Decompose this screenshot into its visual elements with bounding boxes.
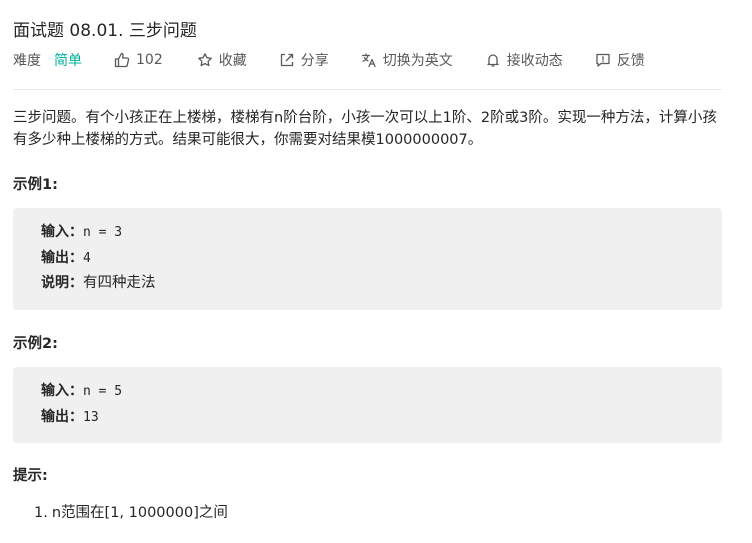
difficulty-badge: 简单 [54, 53, 82, 69]
example-2-title: 示例2: [13, 336, 58, 352]
output-value: 13 [83, 409, 99, 425]
example-1-input: 输入：n = 3 [41, 220, 722, 246]
favorite-label: 收藏 [218, 53, 247, 69]
like-count: 102 [136, 52, 163, 68]
translate-icon [361, 53, 376, 68]
input-key: 输入： [41, 383, 83, 399]
notify-label: 接收动态 [506, 53, 563, 69]
difficulty-label: 难度 [13, 53, 41, 69]
like-button[interactable]: 102 [114, 52, 163, 68]
output-key: 输出： [41, 408, 83, 425]
feedback-label: 反馈 [616, 53, 645, 69]
example-2-input: 输入：n = 5 [41, 379, 722, 405]
list-item: 1. n范围在[1, 1000000]之间 [34, 503, 228, 523]
problem-toolbar: 难度 简单 102 收藏 分享 切换为英文 接收动态 反馈 [13, 50, 645, 70]
example-1-box: 输入：n = 3 输出：4 说明：有四种走法 [13, 208, 722, 310]
bell-icon [487, 54, 499, 67]
input-key: 输入： [41, 224, 83, 240]
explain-key: 说明： [41, 275, 83, 291]
hints-list: 1. n范围在[1, 1000000]之间 [34, 503, 228, 523]
header-divider [13, 89, 722, 90]
share-label: 分享 [300, 53, 329, 69]
example-1-output: 输出：4 [41, 246, 722, 272]
share-icon [280, 53, 293, 67]
feedback-button[interactable]: 反馈 [595, 50, 645, 70]
switch-language-label: 切换为英文 [382, 53, 453, 69]
share-button[interactable]: 分享 [279, 50, 329, 70]
feedback-icon [596, 53, 610, 67]
example-2-box: 输入：n = 5 输出：13 [13, 367, 722, 443]
input-value: n = 3 [83, 225, 123, 240]
hint-text: n范围在[1, 1000000]之间 [51, 505, 228, 521]
hint-number: 1. [34, 505, 48, 521]
input-value: n = 5 [83, 384, 123, 399]
example-2-output: 输出：13 [41, 405, 722, 431]
star-icon [197, 53, 212, 67]
problem-title: 面试题 08.01. 三步问题 [13, 21, 197, 41]
explain-value: 有四种走法 [83, 275, 156, 291]
hints-title: 提示: [13, 468, 48, 484]
example-1-title: 示例1: [13, 177, 58, 193]
output-key: 输出： [41, 249, 83, 266]
notify-button[interactable]: 接收动态 [485, 50, 563, 70]
thumbs-up-icon [114, 52, 130, 68]
output-value: 4 [83, 250, 91, 266]
example-1-explanation: 说明：有四种走法 [41, 271, 722, 297]
switch-language-button[interactable]: 切换为英文 [361, 50, 453, 70]
problem-description: 三步问题。有个小孩正在上楼梯，楼梯有n阶台阶，小孩一次可以上1阶、2阶或3阶。实… [13, 110, 717, 148]
favorite-button[interactable]: 收藏 [197, 50, 247, 70]
